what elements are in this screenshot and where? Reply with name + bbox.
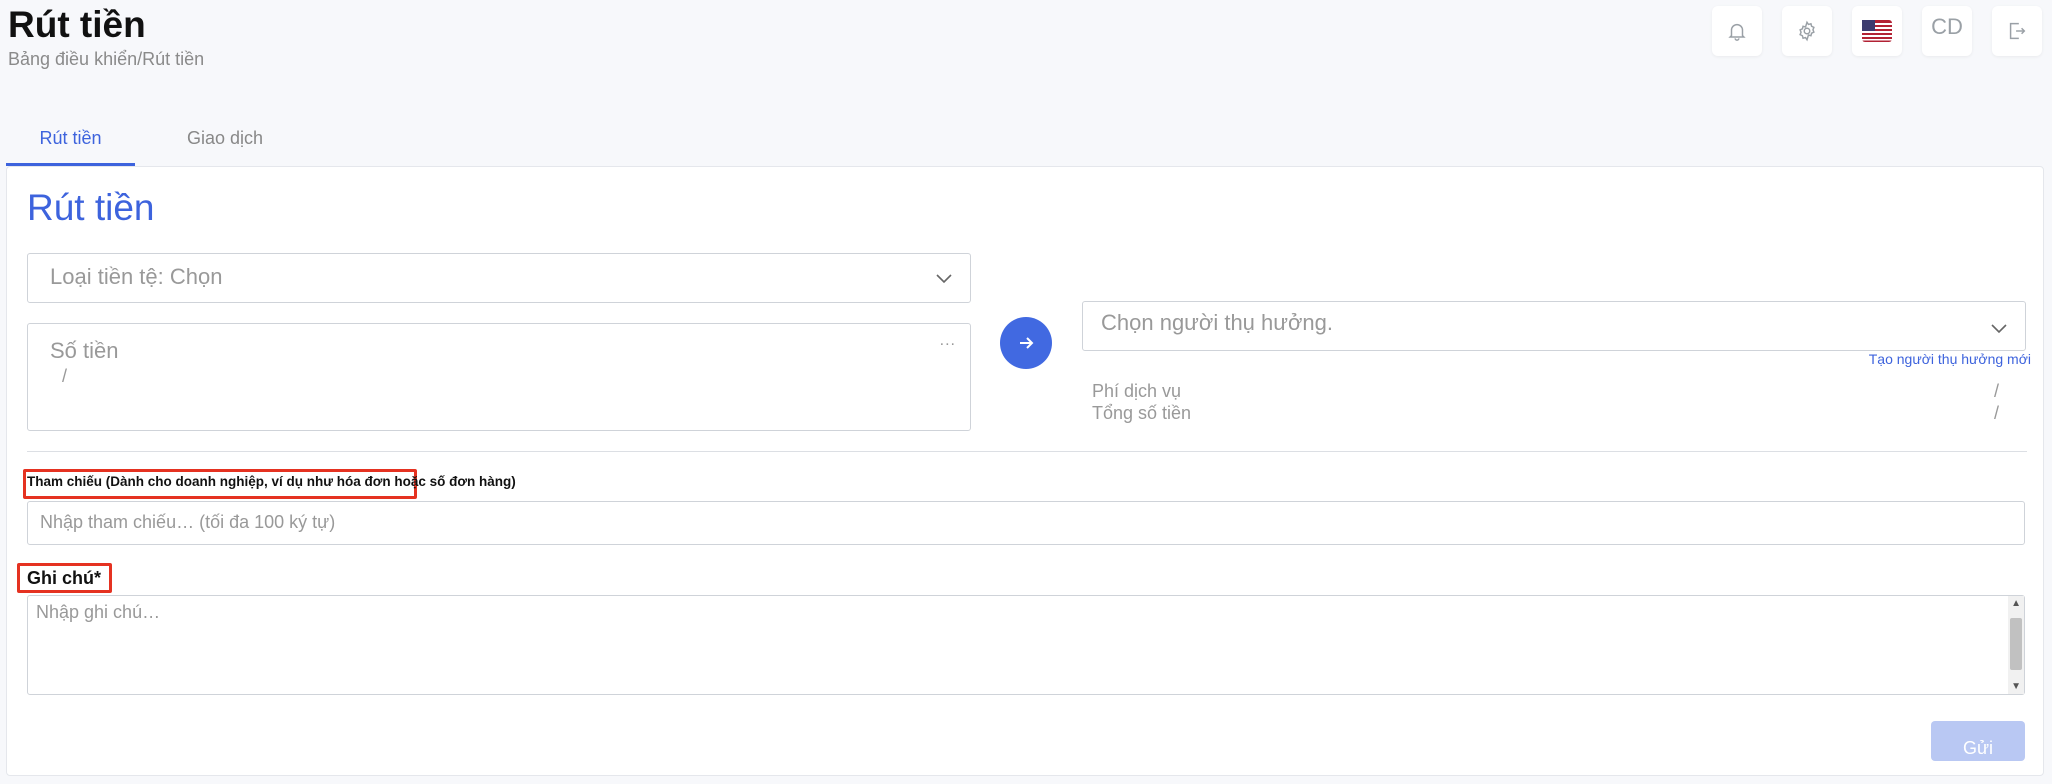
beneficiary-select-value: Chọn người thụ hưởng. <box>1101 310 1333 335</box>
reference-label: Tham chiếu (Dành cho doanh nghiệp, ví dụ… <box>27 474 516 489</box>
logout-icon <box>2009 22 2026 40</box>
amount-placeholder: Số tiền <box>50 338 119 363</box>
settings-button[interactable] <box>1782 6 1832 56</box>
create-beneficiary-link[interactable]: Tạo người thụ hưởng mới <box>1869 351 2031 367</box>
reference-input[interactable]: Nhập tham chiếu… (tối đa 100 ký tự) <box>27 501 2025 545</box>
tab-transactions[interactable]: Giao dịch <box>135 124 315 166</box>
scroll-thumb[interactable] <box>2010 618 2022 670</box>
amount-currency: / <box>62 366 68 386</box>
service-fee-label: Phí dịch vụ <box>1092 381 1182 401</box>
breadcrumb[interactable]: Bảng điều khiển/Rút tiền <box>8 49 204 70</box>
note-textarea[interactable]: Nhập ghi chú… ▲ ▼ <box>27 595 2025 695</box>
total-label: Tổng số tiền <box>1092 403 1192 423</box>
currency-select[interactable]: Loại tiền tệ: Chọn <box>27 253 971 303</box>
scroll-up-icon[interactable]: ▲ <box>2011 598 2021 609</box>
top-actions: CD <box>1712 6 2042 56</box>
us-flag-icon <box>1862 20 1892 42</box>
user-avatar[interactable]: CD <box>1922 6 1972 56</box>
tab-withdraw[interactable]: Rút tiền <box>6 124 135 166</box>
reference-placeholder: Nhập tham chiếu… (tối đa 100 ký tự) <box>40 512 336 532</box>
service-fee-value: / <box>1993 381 1999 401</box>
notifications-button[interactable] <box>1712 6 1762 56</box>
divider <box>27 451 2027 452</box>
note-placeholder: Nhập ghi chú… <box>36 602 161 622</box>
arrow-right-icon <box>1020 337 1034 349</box>
note-scrollbar[interactable]: ▲ ▼ <box>2008 596 2024 694</box>
form-title: Rút tiền <box>27 187 155 228</box>
gear-icon <box>1799 20 1815 42</box>
chevron-down-icon <box>936 274 952 284</box>
amount-menu[interactable]: ... <box>940 332 956 350</box>
page-title: Rút tiền <box>8 4 146 45</box>
amount-field[interactable]: Số tiền / ... <box>27 323 971 431</box>
logout-button[interactable] <box>1992 6 2042 56</box>
submit-button[interactable]: Gửi <box>1931 721 2025 761</box>
total-value: / <box>1993 403 1999 423</box>
beneficiary-select[interactable]: Chọn người thụ hưởng. <box>1082 301 2026 351</box>
language-button[interactable] <box>1852 6 1902 56</box>
withdraw-card: Rút tiền Loại tiền tệ: Chọn Số tiền / ..… <box>6 166 2044 776</box>
note-label: Ghi chú* <box>27 568 102 588</box>
next-arrow-button[interactable] <box>1000 317 1052 369</box>
tabs: Rút tiền Giao dịch <box>6 124 315 166</box>
scroll-down-icon[interactable]: ▼ <box>2011 681 2021 692</box>
chevron-down-icon <box>1991 324 2007 334</box>
currency-select-value: Loại tiền tệ: Chọn <box>50 264 223 289</box>
bell-icon <box>1728 23 1746 41</box>
